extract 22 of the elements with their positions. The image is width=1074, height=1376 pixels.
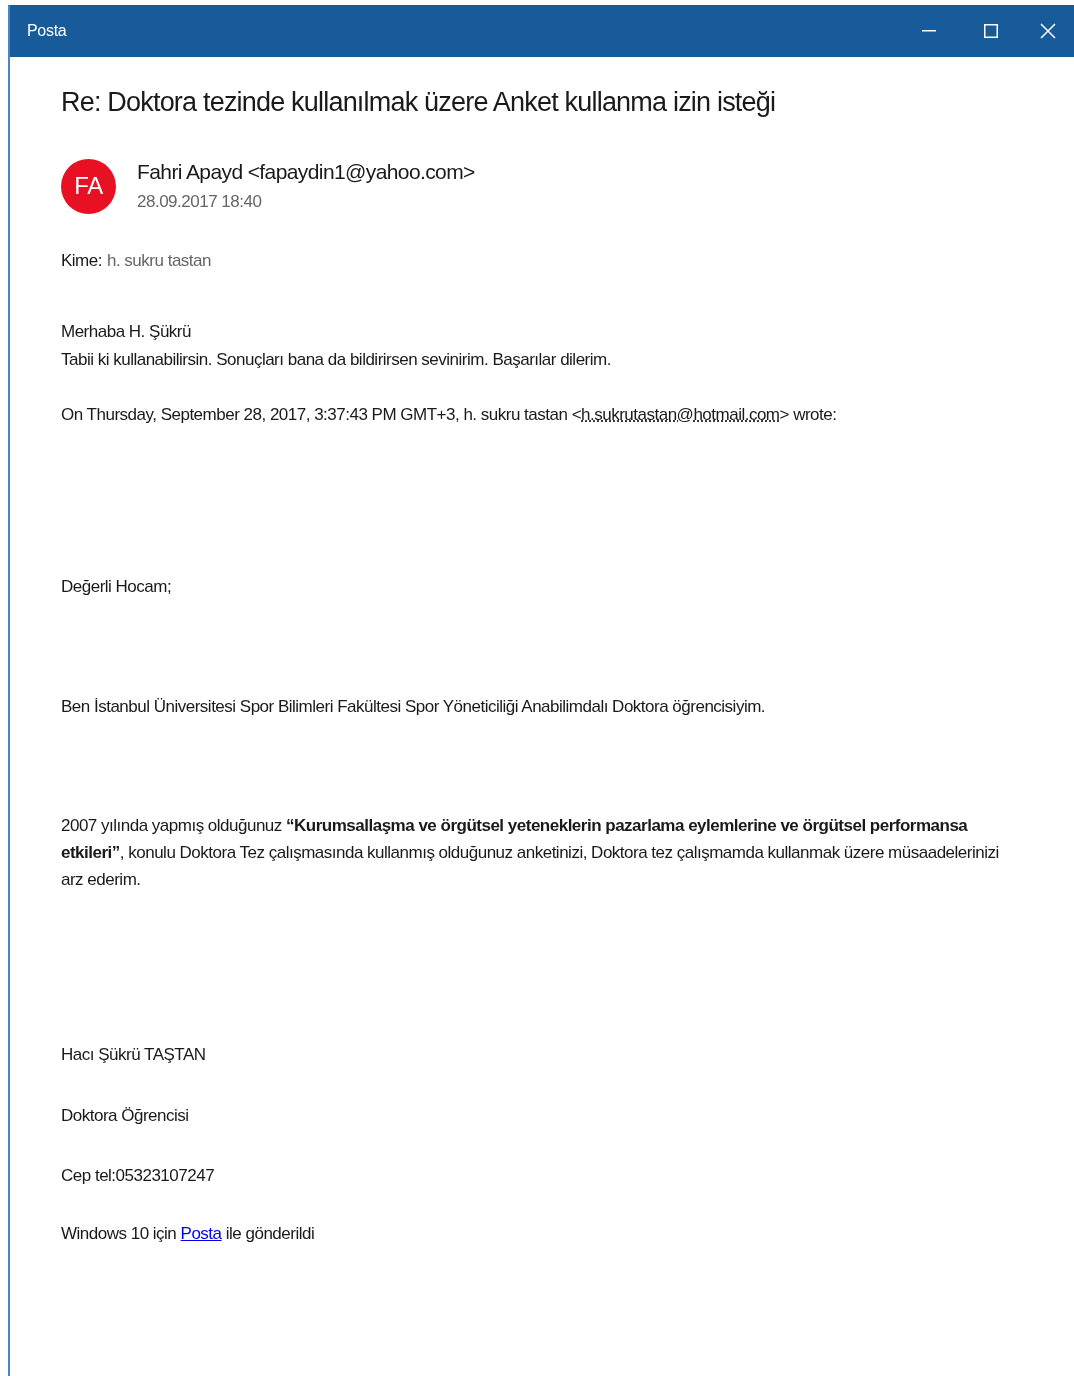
- sender-name: Fahri Apayd <fapaydin1@yahoo.com>: [137, 159, 475, 185]
- email-subject: Re: Doktora tezinde kullanılmak üzere Anket kullanma izin isteği: [61, 86, 777, 119]
- maximize-icon: [984, 24, 998, 38]
- recipient-name: h. sukru tastan: [106, 250, 211, 272]
- minimize-icon: [922, 30, 936, 32]
- sent-date: 28.09.2017 18:40: [137, 191, 263, 213]
- sender-avatar: FA: [61, 158, 116, 214]
- message-paragraph: Değerli Hocam;: [61, 575, 173, 598]
- message-paragraph: Windows 10 için Posta ile gönderildi: [61, 1222, 316, 1245]
- close-icon: [1040, 23, 1056, 39]
- message-paragraph: Cep tel:05323107247: [61, 1164, 216, 1187]
- message-paragraph: 2007 yılında yapmış olduğunuz “Kurumsallaşma ve örgütsel yeteneklerin pazarlama eylemlerine ve örgütsel performansa etkileri”, konulu Doktora Tez çalışmasında kullanmış olduğunuz anketinizi, Doktora tez çalışmamda kullanmak üzere müsaadelerinizi arz ederim.: [61, 814, 1000, 891]
- window-title: Posta: [27, 21, 68, 41]
- message-paragraph: Doktora Öğrencisi: [61, 1104, 190, 1127]
- message-paragraph: Ben İstanbul Üniversitesi Spor Bilimleri Fakültesi Spor Yöneticiliği Anabilimdalı Doktora öğrencisiyim.: [61, 695, 767, 718]
- to-label: Kime:: [61, 250, 102, 272]
- email-link[interactable]: h.sukrutastan@hotmail.com: [581, 404, 780, 424]
- message-paragraph: On Thursday, September 28, 2017, 3:37:43 PM GMT+3, h. sukru tastan <h.sukrutastan@hotmail.com> wrote:: [61, 403, 838, 426]
- message-paragraph: Hacı Şükrü TAŞTAN: [61, 1043, 207, 1066]
- message-paragraph: Tabii ki kullanabilirsin. Sonuçları bana da bildirirsen sevinirim. Başarılar dilerim.: [61, 348, 612, 371]
- message-paragraph: Merhaba H. Şükrü: [61, 320, 192, 343]
- email-link[interactable]: Posta: [180, 1223, 222, 1243]
